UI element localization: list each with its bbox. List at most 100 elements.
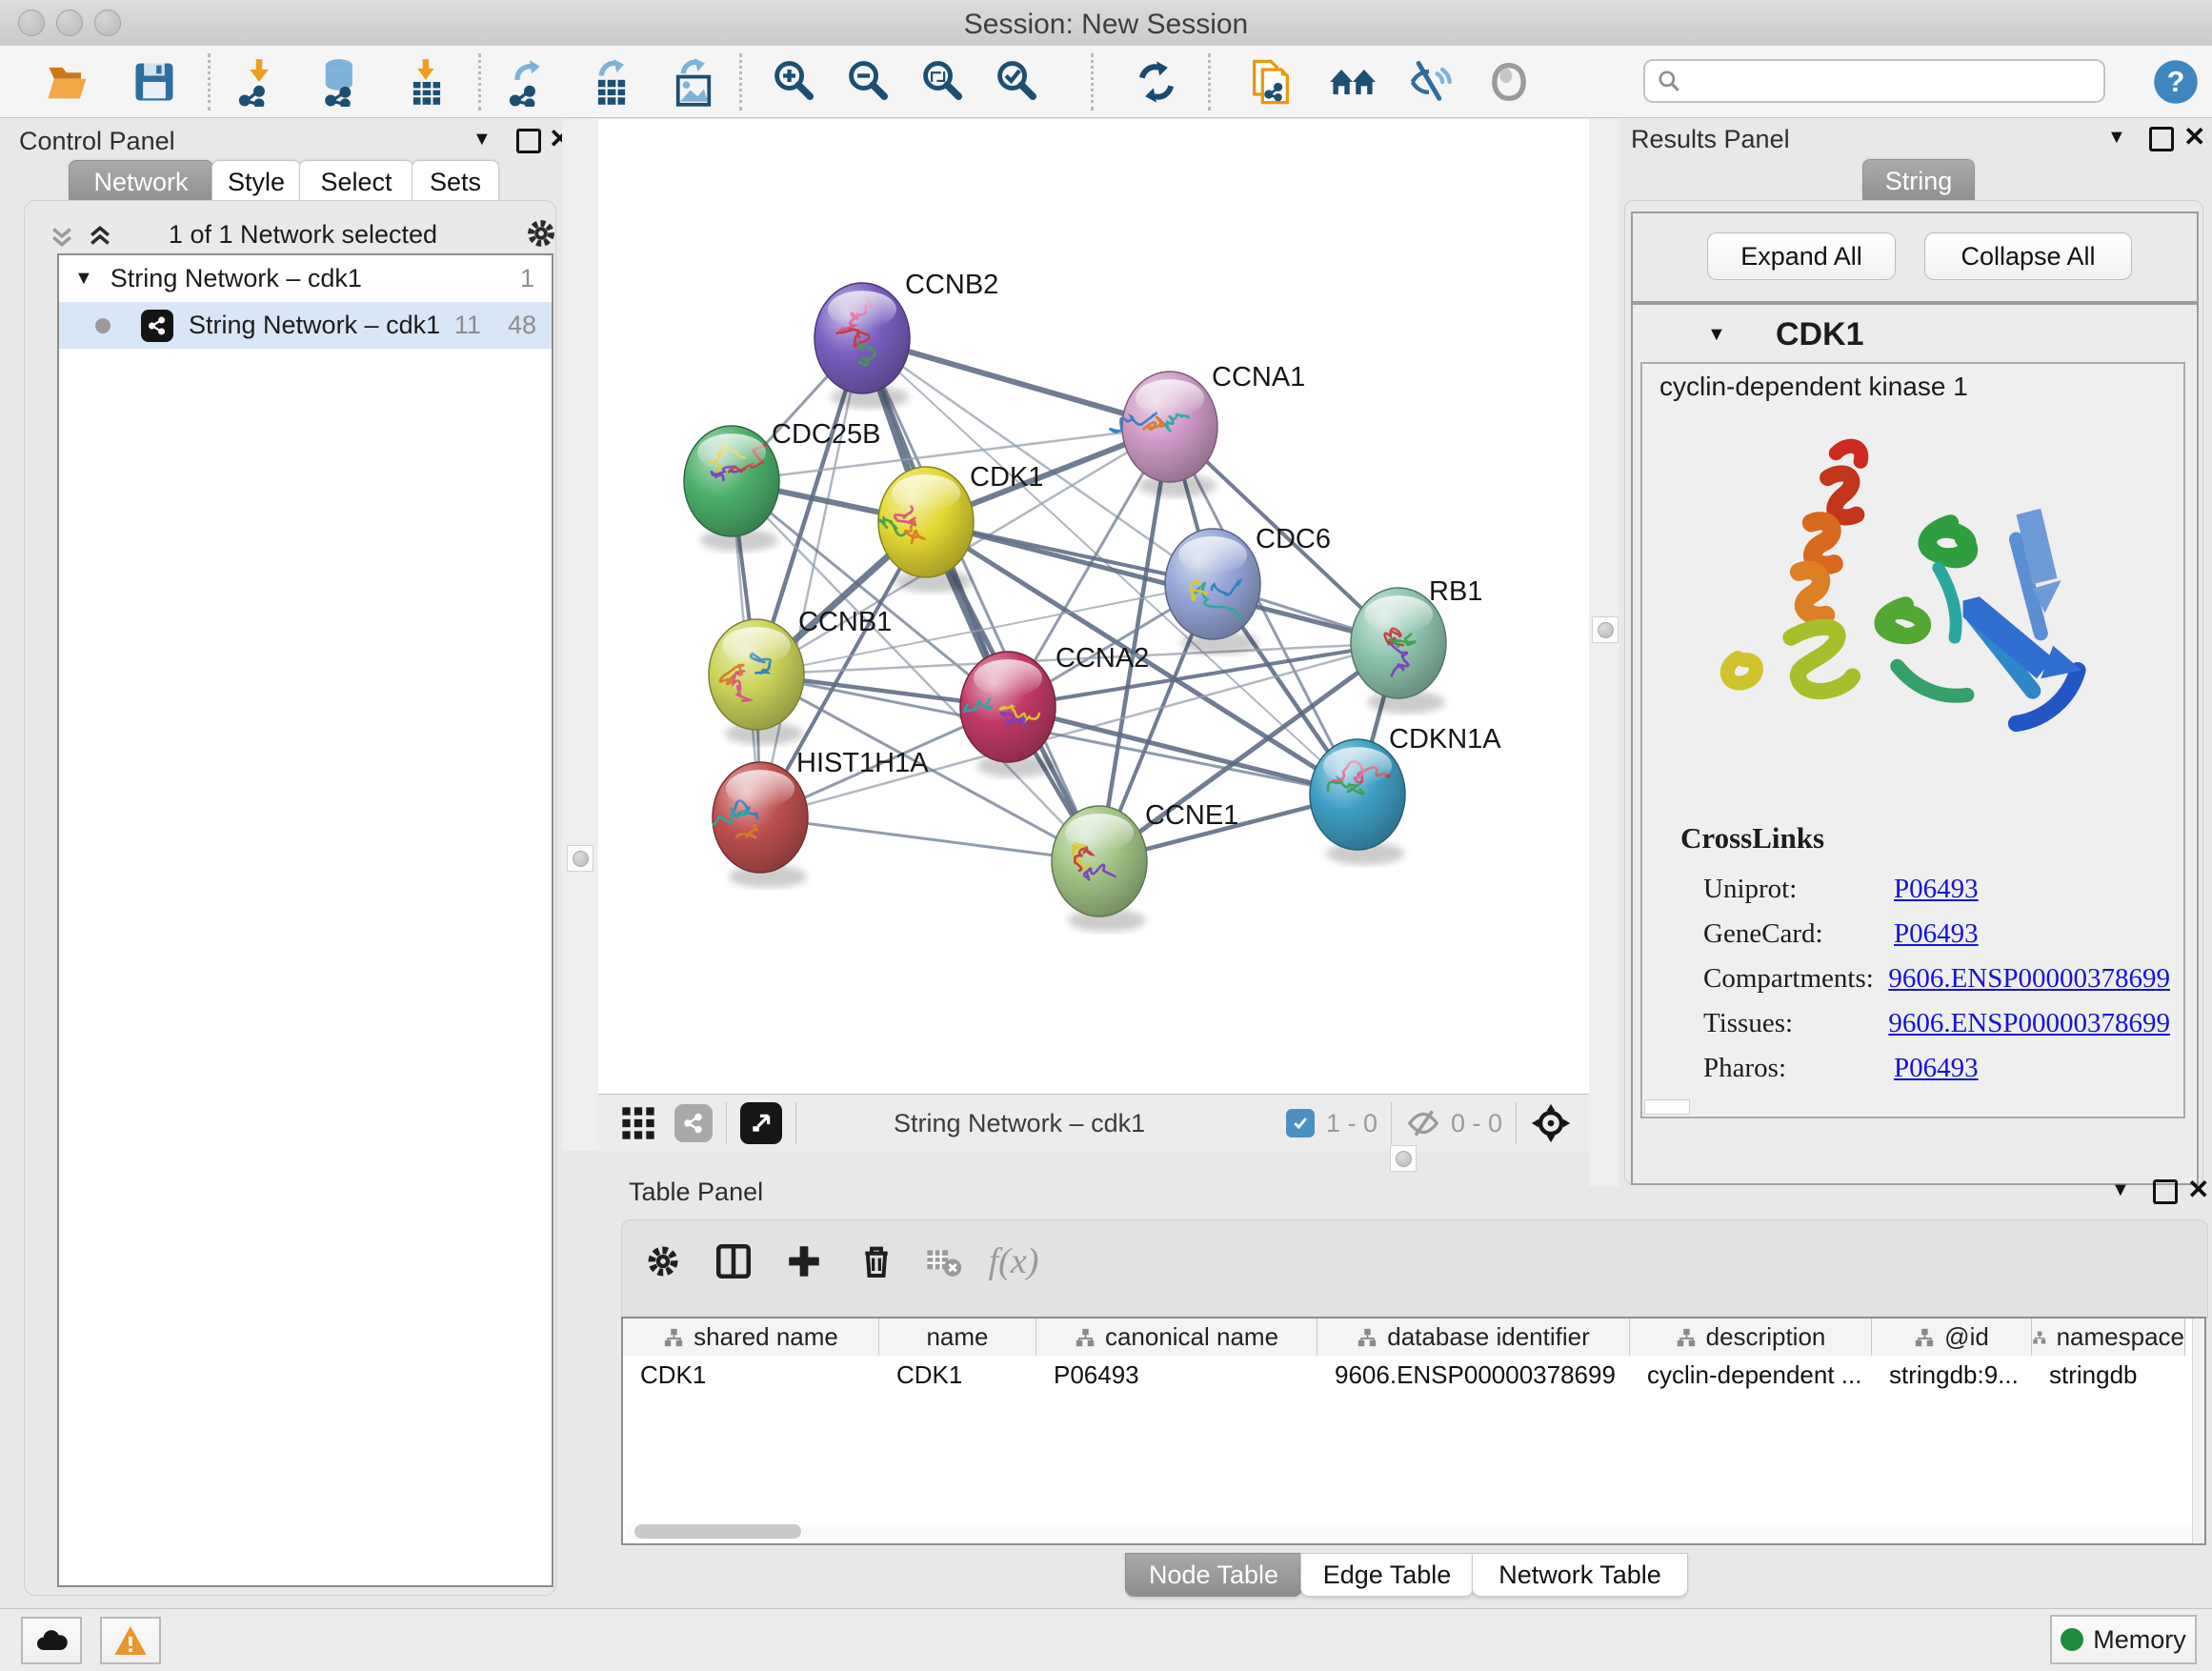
vertical-scrollbar[interactable] — [2192, 1319, 2204, 1543]
horizontal-scrollbar[interactable] — [625, 1524, 2193, 1540]
crosslink-value[interactable]: P06493 — [1894, 918, 1979, 950]
expand-all-icon[interactable] — [86, 222, 114, 251]
memory-button[interactable]: Memory — [2050, 1615, 2197, 1664]
crosslink-value[interactable]: 9606.ENSP00000378699 — [1888, 1008, 2170, 1039]
crosslink-value[interactable]: P06493 — [1894, 874, 1979, 905]
splitter-handle[interactable] — [1592, 616, 1619, 643]
collapse-triangle-icon[interactable]: ▼ — [74, 268, 93, 290]
collapse-all-icon[interactable] — [48, 222, 76, 251]
float-panel-icon[interactable]: ▼ — [473, 129, 492, 151]
column-header-shared-name[interactable]: shared name — [623, 1319, 879, 1356]
network-collection-row[interactable]: ▼ String Network – cdk1 1 — [59, 255, 552, 302]
export-image-icon[interactable] — [667, 55, 720, 109]
table-cell[interactable]: 9606.ENSP00000378699 — [1317, 1356, 1630, 1394]
maximize-panel-icon[interactable] — [2153, 1179, 2178, 1204]
scrollbar-thumb[interactable] — [634, 1524, 801, 1539]
column-header-name[interactable]: name — [879, 1319, 1036, 1356]
float-panel-icon[interactable]: ▼ — [2111, 1179, 2130, 1201]
import-database-icon[interactable] — [314, 55, 368, 109]
table-cell[interactable]: stringdb — [2032, 1356, 2185, 1394]
import-network-icon[interactable] — [232, 55, 286, 109]
collapse-gene-icon[interactable]: ▼ — [1707, 324, 1726, 346]
main-toolbar: ? — [0, 46, 2212, 118]
table-cell[interactable]: cyclin-dependent ... — [1630, 1356, 1872, 1394]
splitter-handle[interactable] — [567, 845, 593, 872]
column-header-database-identifier[interactable]: database identifier — [1317, 1319, 1630, 1356]
show-columns-icon[interactable] — [707, 1235, 760, 1288]
tab-node-table[interactable]: Node Table — [1125, 1553, 1302, 1597]
float-panel-icon[interactable]: ▼ — [2107, 127, 2126, 149]
help-icon[interactable]: ? — [2149, 55, 2202, 109]
crosslink-label: Compartments: — [1703, 963, 1888, 995]
toolbar-search[interactable] — [1643, 59, 2105, 103]
crosslink-value[interactable]: 9606.ENSP00000378699 — [1888, 963, 2170, 995]
import-table-icon[interactable] — [400, 55, 453, 109]
gear-icon[interactable] — [524, 216, 558, 251]
maximize-panel-icon[interactable] — [516, 129, 541, 153]
column-header-namespace[interactable]: namespace — [2032, 1319, 2185, 1356]
column-header-canonical-name[interactable]: canonical name — [1036, 1319, 1317, 1356]
zoom-out-icon[interactable] — [842, 55, 895, 109]
refresh-icon[interactable] — [1130, 55, 1183, 109]
table-cell[interactable]: stringdb:9... — [1872, 1356, 2032, 1394]
protein-node-ccna1 — [1110, 372, 1217, 482]
crosslink-row: GeneCard: P06493 — [1703, 912, 2170, 956]
netbar-separator — [1391, 1102, 1392, 1144]
close-panel-icon[interactable]: ✕ — [2183, 121, 2205, 152]
network-row[interactable]: String Network – cdk1 11 48 — [59, 302, 552, 349]
tab-style[interactable]: Style — [211, 160, 301, 203]
delete-column-icon[interactable] — [850, 1235, 903, 1288]
left-splitter[interactable] — [562, 119, 598, 1151]
tab-select[interactable]: Select — [299, 160, 413, 203]
search-input[interactable] — [1681, 66, 2085, 97]
export-table-icon[interactable] — [585, 55, 638, 109]
warning-status-button[interactable] — [100, 1617, 161, 1664]
column-header-description[interactable]: description — [1630, 1319, 1872, 1356]
hidden-eye-icon[interactable] — [1405, 1105, 1441, 1141]
table-cell[interactable]: P06493 — [1036, 1356, 1317, 1394]
tab-string[interactable]: String — [1862, 159, 1975, 202]
share-view-icon[interactable] — [674, 1104, 713, 1142]
network-from-clipboard-icon[interactable] — [1244, 55, 1297, 109]
delete-table-icon[interactable] — [916, 1235, 970, 1288]
mini-scrollbar[interactable] — [1644, 1099, 1690, 1115]
zoom-in-icon[interactable] — [768, 55, 821, 109]
crosslink-value[interactable]: P06493 — [1894, 1053, 1979, 1084]
tab-label: Style — [228, 168, 285, 197]
control-panel: Control Panel ▼ ✕ Network Style Select S… — [8, 121, 562, 1602]
collapse-all-button[interactable]: Collapse All — [1924, 232, 2132, 280]
expand-all-button[interactable]: Expand All — [1707, 232, 1896, 280]
open-file-icon[interactable] — [42, 55, 95, 109]
svg-text:HIST1H1A: HIST1H1A — [796, 748, 929, 778]
splitter-dot-icon — [1396, 1151, 1412, 1167]
table-cell[interactable]: CDK1 — [879, 1356, 1036, 1394]
horizontal-splitter-handle[interactable] — [1390, 1145, 1417, 1172]
table-cell[interactable]: CDK1 — [623, 1356, 879, 1394]
save-session-icon[interactable] — [128, 55, 181, 109]
hide-glasses-icon[interactable] — [1402, 55, 1456, 109]
maximize-panel-icon[interactable] — [2149, 127, 2174, 151]
add-column-icon[interactable] — [777, 1235, 831, 1288]
table-gear-icon[interactable] — [636, 1235, 690, 1288]
selected-checkbox-icon[interactable] — [1286, 1109, 1315, 1137]
network-graph[interactable]: CCNB2CCNA1CDC25BCDK1CDC6RB1CCNB1CCNA2CDK… — [598, 119, 1589, 1094]
birdseye-view-icon[interactable] — [740, 1102, 782, 1144]
show-eye-icon[interactable] — [1482, 55, 1536, 109]
crosshair-icon[interactable] — [1530, 1102, 1572, 1144]
tab-sets[interactable]: Sets — [412, 160, 499, 203]
column-header--id[interactable]: @id — [1872, 1319, 2032, 1356]
cloud-status-button[interactable] — [21, 1617, 82, 1664]
home-view-icon[interactable] — [1326, 55, 1379, 109]
tab-network[interactable]: Network — [69, 160, 213, 203]
export-network-icon[interactable] — [503, 55, 556, 109]
network-canvas[interactable]: CCNB2CCNA1CDC25BCDK1CDC6RB1CCNB1CCNA2CDK… — [598, 119, 1589, 1094]
tab-network-table[interactable]: Network Table — [1472, 1553, 1688, 1597]
function-builder-icon[interactable]: f(x) — [987, 1235, 1040, 1288]
selected-count-badge: 1 - 0 — [1326, 1109, 1377, 1138]
zoom-fit-icon[interactable] — [916, 55, 970, 109]
right-splitter[interactable] — [1589, 119, 1619, 1186]
tab-edge-table[interactable]: Edge Table — [1300, 1553, 1474, 1597]
close-panel-icon[interactable]: ✕ — [2187, 1174, 2209, 1205]
zoom-selected-icon[interactable] — [991, 55, 1044, 109]
grid-view-icon[interactable] — [619, 1104, 657, 1142]
